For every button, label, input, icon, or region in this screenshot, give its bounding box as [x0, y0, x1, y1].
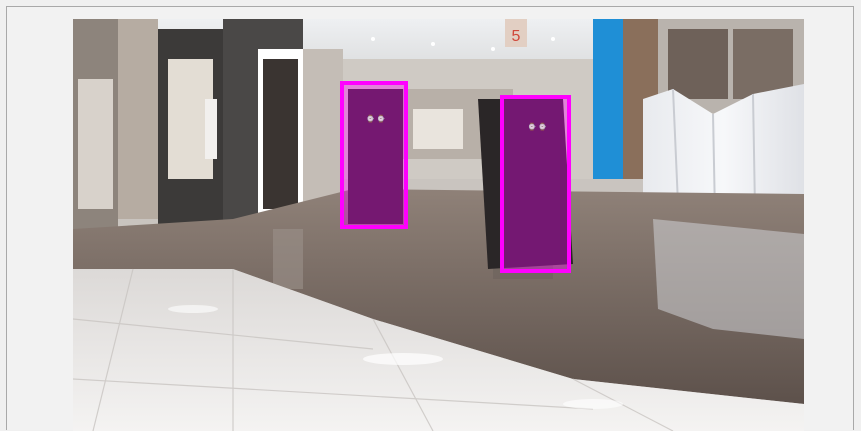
- store-number-sign: 5: [512, 28, 521, 45]
- detection-box-sign-1: ⌚ ⌚: [340, 81, 408, 229]
- detection-box-sign-2: ⌚ ⌚: [500, 95, 571, 273]
- mall-photo: 5 ⌚ ⌚ ⌚ ⌚: [73, 19, 804, 431]
